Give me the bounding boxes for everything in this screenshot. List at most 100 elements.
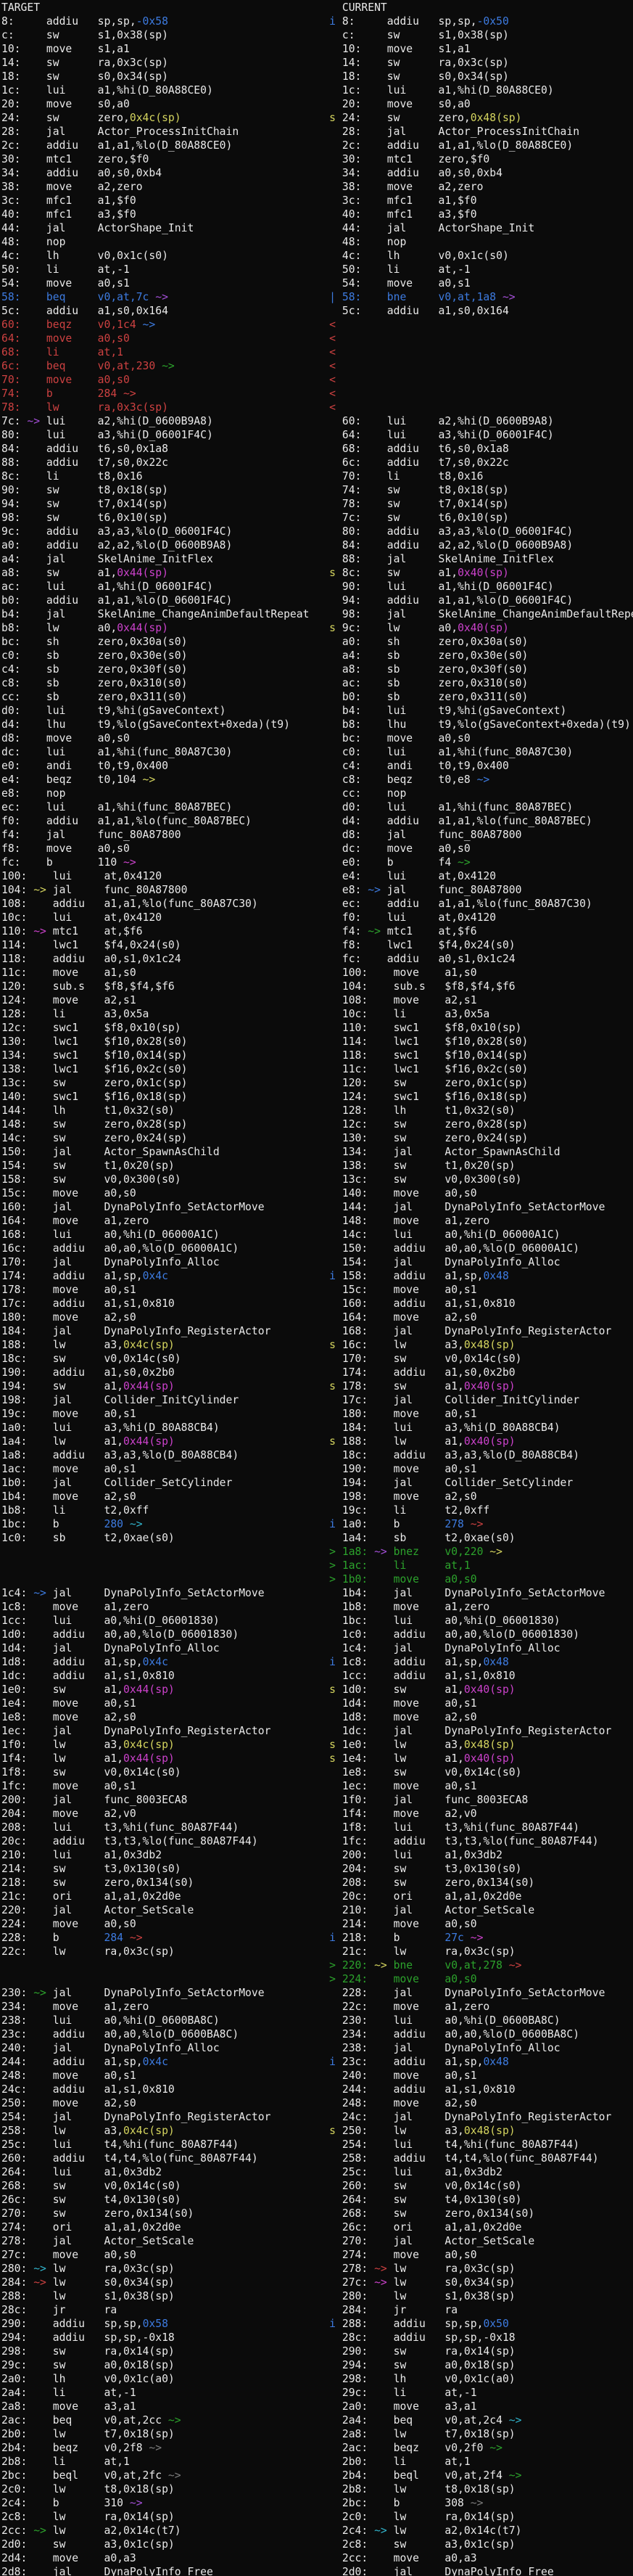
arrow-gutter bbox=[27, 636, 46, 648]
instruction-address: 118: bbox=[1, 953, 33, 965]
operands: v0,2f8 bbox=[104, 2442, 143, 2454]
arrow-gutter bbox=[33, 1422, 53, 1434]
terminal-asm-diff: { "header": { "left": "TARGET", "right":… bbox=[0, 0, 633, 2576]
arrow-gutter bbox=[33, 1628, 53, 1641]
operands: DynaPolyInfo_Alloc bbox=[444, 2042, 560, 2054]
operands: a1,%hi(D_80A88CE0) bbox=[98, 84, 213, 97]
operands: $f10,0x28(s0) bbox=[104, 1035, 188, 1048]
arrow-gutter bbox=[374, 2042, 394, 2054]
operands: a3,$f0 bbox=[439, 208, 477, 221]
mnemonic: b bbox=[46, 856, 98, 869]
mnemonic: lw bbox=[46, 622, 98, 634]
mnemonic: li bbox=[53, 2387, 104, 2399]
arrow-gutter bbox=[33, 1697, 53, 1710]
asm-line-current: 150: addiu a0,a0,%lo(D_06000A1C) bbox=[317, 1242, 633, 1255]
branch-arrow-out-icon: ~> bbox=[471, 774, 490, 786]
instruction-address: 1a0: bbox=[1, 1422, 33, 1434]
instruction-address: 1c: bbox=[1, 84, 27, 97]
arrow-gutter bbox=[368, 774, 387, 786]
instruction-address: d4: bbox=[1, 718, 27, 731]
marker-gutter bbox=[317, 2538, 342, 2551]
arrow-gutter bbox=[27, 456, 46, 469]
operands: func_80A87800 bbox=[98, 829, 181, 841]
operands: t8,0x18(sp) bbox=[104, 2483, 175, 2495]
arrow-gutter bbox=[374, 2221, 394, 2234]
operands: t9,%hi(gSaveContext) bbox=[439, 705, 567, 717]
asm-line-target: 1b8: li t2,0xff bbox=[1, 1504, 317, 1517]
operands: t3,0x130(s0) bbox=[444, 1863, 521, 1875]
asm-line-current: f4: ~> mtc1 at,$f6 bbox=[317, 924, 633, 938]
operands: $f8,0x10(sp) bbox=[444, 1022, 521, 1034]
mnemonic: jr bbox=[53, 2304, 104, 2316]
mnemonic: move bbox=[394, 967, 445, 979]
mnemonic: lw bbox=[53, 2125, 104, 2137]
mnemonic: lui bbox=[46, 746, 98, 758]
marker-gutter bbox=[317, 70, 342, 83]
asm-line-current: 50: li at,-1 bbox=[317, 263, 633, 276]
branch-arrow-in-icon: ~> bbox=[374, 1546, 394, 1558]
instruction-address: 228: bbox=[1, 1932, 33, 1944]
asm-line-target: 170: jal DynaPolyInfo_Alloc bbox=[1, 1255, 317, 1269]
mnemonic: move bbox=[394, 1215, 445, 1227]
mnemonic: lh bbox=[53, 1104, 104, 1117]
instruction-address: 8: bbox=[342, 15, 368, 28]
asm-line-target: 198: jal Collider_InitCylinder bbox=[1, 1393, 317, 1407]
operands: at,-1 bbox=[444, 2387, 476, 2399]
mnemonic: addiu bbox=[387, 539, 439, 551]
operands: zero,0x30a(s0) bbox=[439, 636, 529, 648]
branch-arrow-in-icon: ~> bbox=[374, 2276, 394, 2289]
mnemonic: move bbox=[387, 732, 439, 745]
branch-arrow-in-icon: ~> bbox=[33, 884, 53, 896]
asm-line-target: 14: sw ra,0x3c(sp) bbox=[1, 56, 317, 70]
mnemonic: addiu bbox=[394, 1628, 445, 1641]
operands: DynaPolyInfo_Alloc bbox=[444, 1256, 560, 1268]
operands: a1,a1,%lo(D_06001F4C) bbox=[98, 594, 233, 607]
mnemonic: addiu bbox=[46, 815, 98, 827]
diff-marker: s bbox=[317, 622, 342, 634]
asm-line-current: 88: jal SkelAnime_InitFlex bbox=[317, 552, 633, 566]
operands: a0,s0 bbox=[444, 2249, 476, 2261]
arrow-gutter bbox=[27, 829, 46, 841]
asm-line-current: 1e8: sw v0,0x14c(s0) bbox=[317, 1765, 633, 1779]
mnemonic: lhu bbox=[387, 718, 439, 731]
asm-line-current: 1c0: addiu a0,a0,%lo(D_06001830) bbox=[317, 1628, 633, 1641]
asm-line-target: 1f4: lw a1,0x44(sp) bbox=[1, 1752, 317, 1765]
mnemonic: lui bbox=[387, 801, 439, 813]
operands: sp,sp,-0x18 bbox=[444, 2331, 515, 2344]
asm-line-target: 13c: sw zero,0x1c(sp) bbox=[1, 1076, 317, 1090]
mnemonic: lui bbox=[394, 1849, 445, 1861]
mnemonic: lh bbox=[53, 2373, 104, 2385]
mnemonic: sw bbox=[53, 2194, 104, 2206]
mnemonic: lui bbox=[394, 1615, 445, 1627]
asm-line-target: 288: lw s1,0x38(sp) bbox=[1, 2289, 317, 2303]
operands: a1,a1,0x2d0e bbox=[104, 1890, 181, 1903]
marker-gutter bbox=[317, 305, 342, 317]
mnemonic: sb bbox=[46, 677, 98, 689]
instruction-address: 2cc: bbox=[1, 2524, 33, 2537]
asm-line-current: 2a4: beq v0,at,2c4 ~> bbox=[317, 2413, 633, 2427]
arrow-gutter bbox=[374, 2070, 394, 2082]
mnemonic: addiu bbox=[53, 2152, 104, 2165]
operands: t7,0x14(sp) bbox=[98, 498, 168, 510]
operand-diff-highlight: -0x58 bbox=[136, 15, 168, 28]
arrow-gutter bbox=[368, 732, 387, 745]
asm-line-target: 74: b 284 ~> bbox=[1, 387, 317, 401]
arrow-gutter bbox=[33, 980, 53, 993]
instruction-address: 1ac: bbox=[342, 1559, 374, 1572]
operands: a1,$f0 bbox=[439, 194, 477, 207]
asm-line-current: 29c: li at,-1 bbox=[317, 2386, 633, 2400]
instruction-address: 224: bbox=[1, 1918, 33, 1930]
mnemonic: mtc1 bbox=[46, 153, 98, 165]
mnemonic: li bbox=[394, 2387, 445, 2399]
asm-line-target: 1c: lui a1,%hi(D_80A88CE0) bbox=[1, 83, 317, 97]
mnemonic: sw bbox=[394, 1766, 445, 1779]
asm-line-target: 208: lui t3,%hi(func_80A87F44) bbox=[1, 1821, 317, 1834]
arrow-gutter bbox=[374, 1187, 394, 1199]
mnemonic: sb bbox=[387, 649, 439, 662]
arrow-gutter bbox=[374, 2014, 394, 2027]
mnemonic: sw bbox=[46, 498, 98, 510]
operands: a1,a1,0x2d0e bbox=[104, 2221, 181, 2234]
marker-gutter bbox=[317, 2235, 342, 2247]
mnemonic: move bbox=[394, 2097, 445, 2109]
mnemonic: sb bbox=[387, 677, 439, 689]
